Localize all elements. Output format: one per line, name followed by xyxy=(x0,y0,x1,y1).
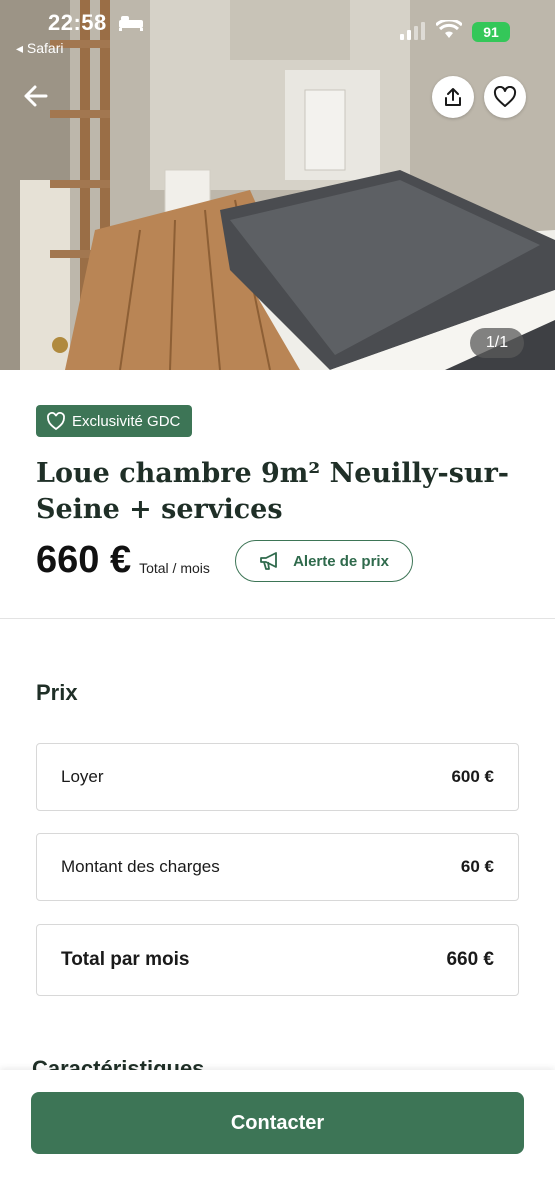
price-row-value: 60 € xyxy=(460,857,494,876)
share-icon xyxy=(445,88,461,106)
badge-label: Exclusivité GDC xyxy=(72,412,181,430)
price-row-label: Loyer xyxy=(61,767,104,786)
prix-section-title: Prix xyxy=(36,680,78,705)
price-row-label: Total par mois xyxy=(61,949,190,970)
favorite-button[interactable] xyxy=(484,76,526,118)
price-alert-label: Alerte de prix xyxy=(293,552,389,570)
megaphone-icon xyxy=(260,552,277,570)
status-time: 22:58 xyxy=(48,10,107,35)
price-row-loyer: Loyer 600 € xyxy=(36,743,519,811)
photo-counter: 1/1 xyxy=(470,328,524,358)
price-row-value: 660 € xyxy=(446,949,494,970)
badge-heart-icon xyxy=(47,412,65,431)
battery-indicator: 91 xyxy=(472,22,510,42)
price-row-value: 600 € xyxy=(451,767,494,786)
contact-button[interactable]: Contacter xyxy=(31,1092,524,1154)
wifi-icon xyxy=(436,20,462,38)
price-alert-button[interactable]: Alerte de prix xyxy=(235,540,413,582)
back-to-safari-link[interactable]: ◂ Safari xyxy=(16,40,64,57)
section-divider xyxy=(0,618,555,619)
price-unit: Total / mois xyxy=(139,560,210,576)
price-row-label: Montant des charges xyxy=(61,857,220,876)
exclusivity-badge: Exclusivité GDC xyxy=(36,405,193,437)
status-bar: 22:58 ◂ Safari 91 xyxy=(0,0,555,60)
listing-price: 660 € xyxy=(36,539,132,581)
bed-icon xyxy=(119,16,143,31)
listing-title: Loue chambre 9m² Neuilly-sur-Seine + ser… xyxy=(36,458,510,525)
back-arrow-icon[interactable] xyxy=(18,78,54,114)
price-row: 660 € Total / mois xyxy=(36,538,210,582)
signal-icon xyxy=(400,22,425,40)
price-row-total: Total par mois 660 € xyxy=(36,924,519,996)
heart-icon xyxy=(493,86,517,107)
share-button[interactable] xyxy=(432,76,474,118)
bottom-action-bar: Contacter xyxy=(0,1070,555,1200)
price-row-charges: Montant des charges 60 € xyxy=(36,833,519,901)
